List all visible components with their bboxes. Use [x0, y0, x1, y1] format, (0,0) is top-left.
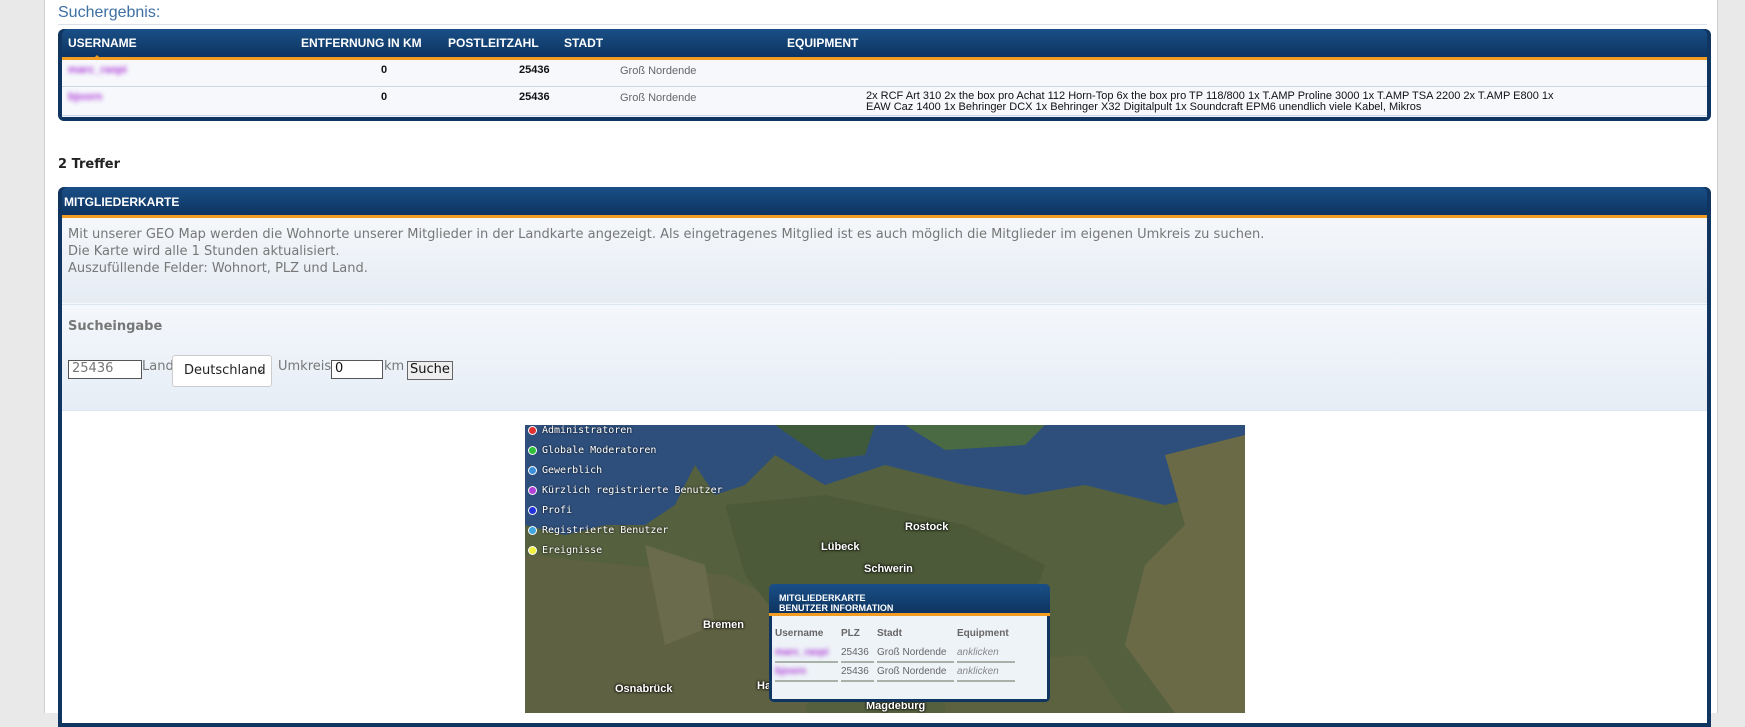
popup-plz: 25436	[841, 666, 869, 677]
popup-divider	[775, 680, 838, 682]
popup-title: MITGLIEDERKARTE	[779, 593, 866, 603]
title-divider	[58, 24, 1707, 25]
popup-col-username: Username	[775, 628, 824, 639]
member-map-header: MITGLIEDERKARTE	[62, 187, 1707, 218]
distance-cell: 0	[381, 91, 388, 103]
popup-divider	[877, 680, 954, 682]
city-label: Schwerin	[864, 563, 913, 575]
land-label: Land	[142, 359, 174, 374]
popup-city: Groß Nordende	[877, 666, 947, 677]
city-label: Osnabrück	[615, 683, 673, 695]
legend-item: Profi	[528, 505, 723, 525]
plz-cell: 25436	[519, 64, 550, 76]
admin-marker-icon	[528, 426, 537, 435]
member-map-title: MITGLIEDERKARTE	[64, 195, 180, 209]
country-select-value: Deutschland	[184, 363, 266, 378]
new-user-marker-icon	[528, 486, 537, 495]
popup-col-plz: PLZ	[841, 628, 860, 639]
plz-cell: 25436	[519, 91, 550, 103]
chevron-down-icon: ⌄	[255, 362, 265, 375]
plz-input[interactable]: 25436	[68, 360, 142, 379]
legend-item: Ereignisse	[528, 545, 723, 565]
event-marker-icon	[528, 546, 537, 555]
radius-label: Umkreis	[278, 359, 332, 374]
column-plz[interactable]: POSTLEITZAHL	[448, 36, 539, 50]
popup-divider	[775, 661, 838, 663]
popup-username-link[interactable]: marc_raspi	[775, 647, 828, 658]
city-label: Bremen	[703, 619, 744, 631]
distance-cell: 0	[381, 64, 388, 76]
username-link[interactable]: bjoorn	[68, 91, 102, 103]
city-cell: Groß Nordende	[620, 65, 697, 77]
popup-divider	[957, 680, 1015, 682]
search-heading: Sucheingabe	[68, 319, 163, 334]
popup-divider	[957, 661, 1015, 663]
equipment-cell: 2x RCF Art 310 2x the box pro Achat 112 …	[866, 90, 1554, 113]
popup-body: Username PLZ Stadt Equipment marc_raspi …	[772, 616, 1047, 699]
popup-header: MITGLIEDERKARTE BENUTZER INFORMATION	[769, 584, 1050, 616]
popup-equipment-link[interactable]: anklicken	[957, 666, 999, 677]
popup-equipment-link[interactable]: anklicken	[957, 647, 999, 658]
column-username[interactable]: USERNAME	[68, 36, 137, 50]
popup-subtitle: BENUTZER INFORMATION	[779, 603, 894, 613]
pro-marker-icon	[528, 506, 537, 515]
search-result-title: Suchergebnis:	[58, 4, 161, 21]
results-table: USERNAME ENTFERNUNG IN KM POSTLEITZAHL S…	[58, 29, 1711, 121]
results-table-header: USERNAME ENTFERNUNG IN KM POSTLEITZAHL S…	[62, 29, 1707, 60]
map-legend: Administratoren Globale Moderatoren Gewe…	[528, 425, 723, 565]
city-label: Lübeck	[821, 541, 860, 553]
popup-col-equipment: Equipment	[957, 628, 1009, 639]
legend-item: Registrierte Benutzer	[528, 525, 723, 545]
search-section: Sucheingabe 25436 Land Deutschland ⌄ Umk…	[62, 304, 1707, 410]
city-label: Rostock	[905, 521, 949, 533]
radius-input[interactable]: 0	[331, 360, 383, 379]
username-link[interactable]: marc_raspi	[68, 64, 127, 76]
table-row: bjoorn 0 25436 Groß Nordende 2x RCF Art …	[62, 87, 1707, 116]
results-table-body: marc_raspi 0 25436 Groß Nordende bjoorn …	[62, 60, 1707, 117]
description-line: Mit unserer GEO Map werden die Wohnorte …	[68, 227, 1265, 242]
legend-item: Administratoren	[528, 425, 723, 445]
registered-marker-icon	[528, 526, 537, 535]
popup-username-link[interactable]: bjoorn	[775, 666, 806, 677]
user-info-popup: MITGLIEDERKARTE BENUTZER INFORMATION Use…	[769, 584, 1050, 702]
popup-divider	[841, 661, 874, 663]
column-equipment[interactable]: EQUIPMENT	[787, 36, 858, 50]
legend-item: Globale Moderatoren	[528, 445, 723, 465]
moderator-marker-icon	[528, 446, 537, 455]
popup-col-city: Stadt	[877, 628, 902, 639]
map-description: Mit unserer GEO Map werden die Wohnorte …	[68, 226, 1264, 277]
column-city[interactable]: STADT	[564, 36, 603, 50]
country-select[interactable]: Deutschland ⌄	[172, 355, 272, 387]
description-line: Die Karte wird alle 1 Stunden aktualisie…	[68, 244, 340, 259]
radius-unit: km	[384, 359, 405, 374]
column-distance[interactable]: ENTFERNUNG IN KM	[301, 36, 422, 50]
legend-item: Kürzlich registrierte Benutzer	[528, 485, 723, 505]
popup-city: Groß Nordende	[877, 647, 947, 658]
city-cell: Groß Nordende	[620, 92, 697, 104]
table-row: marc_raspi 0 25436 Groß Nordende	[62, 60, 1707, 87]
popup-divider	[877, 661, 954, 663]
search-button[interactable]: Suche	[407, 361, 453, 380]
popup-divider	[841, 680, 874, 682]
commercial-marker-icon	[528, 466, 537, 475]
legend-item: Gewerblich	[528, 465, 723, 485]
popup-plz: 25436	[841, 647, 869, 658]
description-line: Auszufüllende Felder: Wohnort, PLZ und L…	[68, 261, 368, 276]
hits-count: 2 Treffer	[58, 157, 120, 172]
